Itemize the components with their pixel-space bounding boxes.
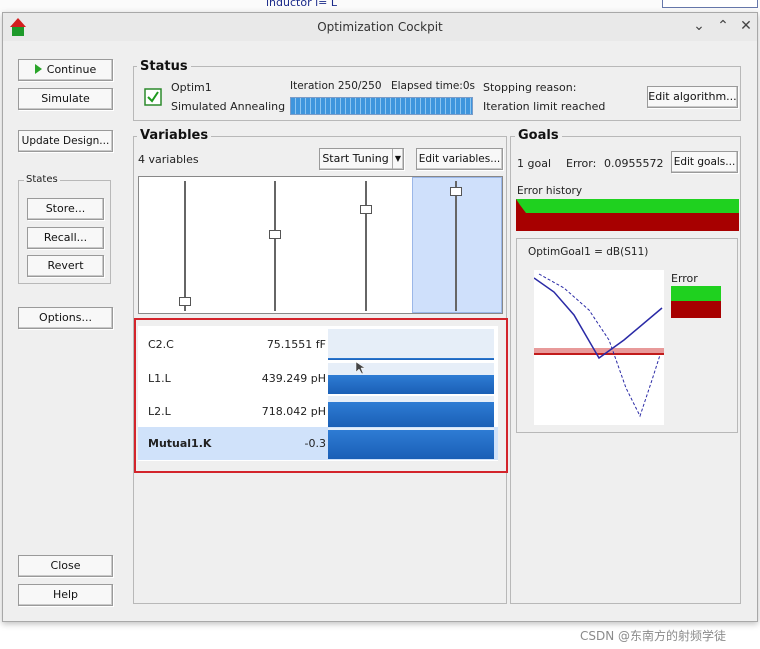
edit-goals-button[interactable]: Edit goals...	[671, 151, 738, 173]
edit-variables-button[interactable]: Edit variables...	[416, 148, 503, 170]
slider-track[interactable]	[274, 181, 276, 311]
dropdown-arrow-icon[interactable]: ▼	[392, 149, 403, 169]
status-ok-icon	[144, 88, 162, 106]
update-design-button[interactable]: Update Design...	[18, 130, 113, 152]
iteration-text: Iteration 250/250	[290, 80, 382, 92]
background-box	[662, 0, 758, 8]
goal-graph-title: OptimGoal1 = dB(S11)	[526, 246, 651, 258]
error-value: 0.0955572	[604, 157, 664, 170]
mouse-cursor-icon	[355, 361, 365, 375]
edit-algorithm-button[interactable]: Edit algorithm...	[647, 86, 738, 108]
slider-thumb[interactable]	[269, 229, 281, 239]
goals-title: Goals	[515, 128, 562, 143]
error-label: Error:	[566, 157, 597, 170]
revert-button[interactable]: Revert	[27, 255, 104, 277]
slider-thumb[interactable]	[450, 187, 462, 197]
optim-name: Optim1	[171, 81, 212, 94]
continue-label: Continue	[46, 63, 97, 76]
maximize-icon[interactable]: ⌃	[715, 18, 731, 34]
error-legend-label: Error	[671, 272, 698, 285]
highlight-frame	[134, 318, 508, 473]
background-label: inductor l= L	[266, 0, 337, 9]
stopping-reason-value: Iteration limit reached	[483, 100, 606, 113]
slider-track[interactable]	[365, 181, 367, 311]
play-icon	[34, 64, 42, 74]
variables-title: Variables	[137, 128, 212, 143]
window-title: Optimization Cockpit	[317, 20, 443, 34]
stopping-reason-label: Stopping reason:	[483, 81, 577, 94]
slider-thumb[interactable]	[179, 296, 191, 306]
iteration-progress-bar	[290, 97, 473, 115]
error-history-label: Error history	[517, 185, 583, 197]
variable-sliders	[138, 176, 503, 314]
options-button[interactable]: Options...	[18, 307, 113, 329]
title-bar[interactable]: Optimization Cockpit ⌄ ⌃ ✕	[3, 13, 757, 41]
algorithm-name: Simulated Annealing	[171, 100, 286, 113]
recall-button[interactable]: Recall...	[27, 227, 104, 249]
minimize-icon[interactable]: ⌄	[691, 18, 707, 34]
continue-button[interactable]: Continue	[18, 59, 113, 81]
selected-slider-column	[412, 177, 502, 313]
error-legend-green	[671, 286, 721, 301]
watermark-text: CSDN @东南方的射频学徒	[580, 629, 727, 643]
slider-track[interactable]	[184, 181, 186, 311]
close-button[interactable]: Close	[18, 555, 113, 577]
slider-thumb[interactable]	[360, 205, 372, 215]
goal-plot-svg	[533, 273, 664, 418]
status-title: Status	[137, 59, 191, 74]
background-app-strip: inductor l= L	[0, 0, 760, 12]
store-button[interactable]: Store...	[27, 198, 104, 220]
states-label: States	[24, 174, 60, 185]
elapsed-text: Elapsed time:0s	[391, 80, 475, 92]
goals-count: 1 goal	[517, 157, 552, 170]
slider-track[interactable]	[455, 181, 457, 311]
help-button[interactable]: Help	[18, 584, 113, 606]
close-window-icon[interactable]: ✕	[738, 18, 754, 34]
start-tuning-button[interactable]: Start Tuning ▼	[319, 148, 404, 170]
variables-count: 4 variables	[138, 153, 199, 166]
error-history-chart	[516, 199, 739, 231]
progress-fill	[291, 98, 472, 114]
goal-plot	[533, 270, 664, 425]
error-legend-red	[671, 301, 721, 318]
start-tuning-label: Start Tuning	[322, 152, 389, 165]
simulate-button[interactable]: Simulate	[18, 88, 113, 110]
